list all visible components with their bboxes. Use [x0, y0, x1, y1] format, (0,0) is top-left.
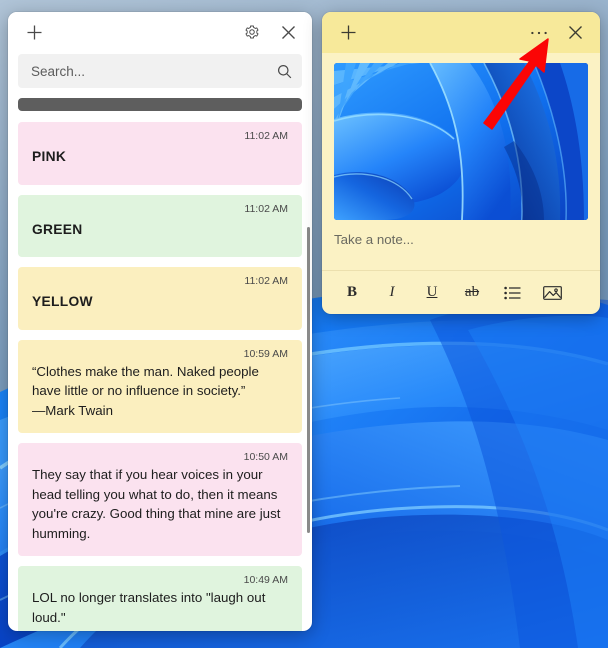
settings-button[interactable]	[234, 17, 270, 47]
new-note-button[interactable]	[16, 17, 52, 47]
note-timestamp: 10:59 AM	[243, 347, 288, 360]
note-preview-text: YELLOW	[32, 294, 93, 309]
plus-icon	[341, 25, 355, 40]
note-timestamp: 10:50 AM	[243, 451, 288, 463]
underline-icon: U	[426, 284, 438, 300]
note-format-toolbar: B I U ab	[322, 270, 600, 314]
note-new-button[interactable]	[330, 18, 366, 48]
note-list-item[interactable]: 11:02 AM GREEN	[18, 194, 302, 257]
underline-button[interactable]: U	[412, 277, 452, 309]
ellipsis-icon	[531, 31, 547, 34]
note-timestamp: 11:02 AM	[244, 202, 288, 215]
close-icon	[568, 26, 582, 39]
image-icon	[542, 285, 562, 300]
bold-icon: B	[346, 284, 357, 300]
search-bar[interactable]	[18, 54, 302, 88]
italic-icon: I	[389, 284, 395, 300]
note-text-placeholder[interactable]: Take a note...	[334, 232, 588, 247]
notes-list-titlebar	[8, 12, 312, 52]
note-preview-text: PINK	[32, 149, 67, 164]
note-list-item[interactable]: 11:02 AM YELLOW	[18, 267, 302, 330]
strikethrough-button[interactable]: ab	[452, 277, 492, 309]
close-notes-list-button[interactable]	[270, 17, 306, 47]
note-attached-image[interactable]	[334, 63, 588, 220]
bullet-list-button[interactable]	[492, 277, 532, 309]
note-timestamp: 11:02 AM	[244, 130, 288, 142]
notes-list-scroll-area[interactable]: 11:02 AM PINK 11:02 AM GREEN 11:02 AM YELLOW 1…	[8, 98, 312, 631]
note-list-item[interactable]: 10:59 AM “Clothes make the man. Naked peo…	[18, 339, 302, 433]
gear-icon	[245, 25, 259, 39]
sticky-note-content[interactable]: Take a note...	[322, 53, 600, 270]
note-timestamp: 11:02 AM	[244, 275, 288, 287]
sticky-note-window: Take a note... B I U ab	[322, 12, 600, 314]
notes-list-scrollbar[interactable]	[307, 227, 310, 533]
note-preview-text: LOL no longer translates into "laugh out…	[32, 590, 286, 631]
note-preview-text: They say that if you hear voices in your…	[32, 467, 281, 541]
search-icon[interactable]	[277, 64, 292, 79]
note-menu-button[interactable]	[521, 18, 557, 48]
note-preview-text: GREEN	[32, 221, 83, 237]
note-list-item[interactable]: 10:49 AM LOL no longer translates into "l…	[18, 566, 302, 631]
search-input[interactable]	[31, 63, 277, 79]
plus-icon	[27, 25, 41, 39]
strikethrough-icon: ab	[464, 284, 480, 300]
close-note-button[interactable]	[557, 18, 593, 48]
notes-list-window: 11:02 AMPINK11:02 AMGREEN11:02 AMYELLOW1…	[8, 12, 312, 631]
bold-button[interactable]: B	[332, 277, 372, 309]
sticky-note-titlebar	[322, 12, 600, 53]
close-icon	[281, 25, 295, 39]
note-timestamp: 10:49 AM	[243, 574, 288, 586]
note-list-item[interactable]: 11:02 AM PINK	[18, 122, 302, 185]
insert-image-button[interactable]	[532, 277, 572, 309]
windows-bloom-wallpaper-svg	[334, 63, 588, 220]
bullet-list-icon	[503, 286, 520, 299]
note-preview-text: “Clothes make the man. Naked people have…	[32, 363, 259, 418]
note-list-item[interactable]: 10:50 AM They say that if you hear voices…	[18, 443, 302, 556]
italic-button[interactable]: I	[372, 277, 412, 309]
note-list-item[interactable]	[18, 98, 302, 111]
